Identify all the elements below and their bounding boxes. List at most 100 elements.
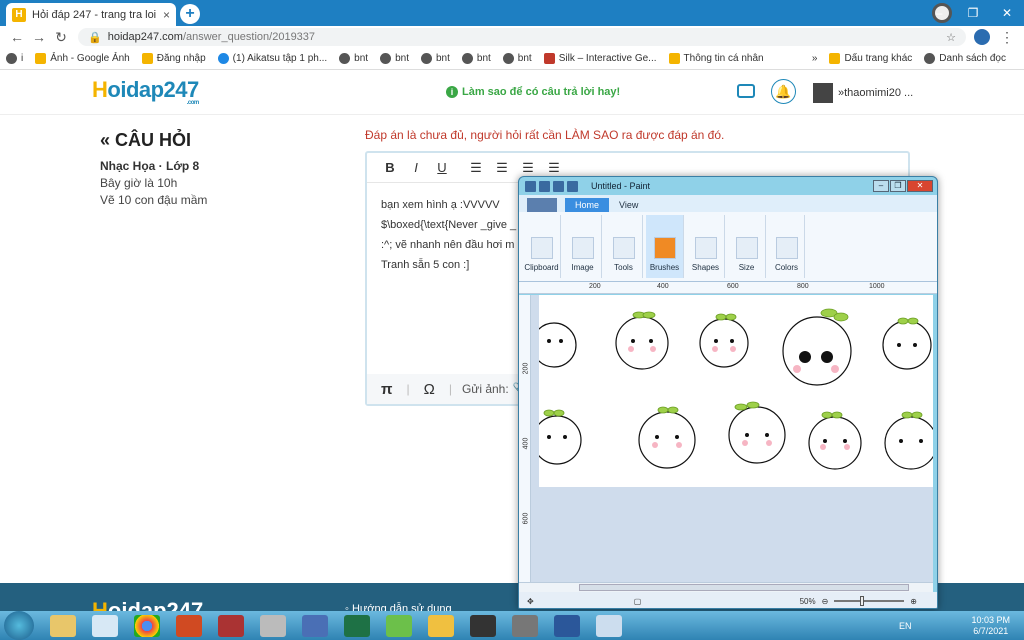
- calculator-icon[interactable]: [260, 614, 286, 637]
- tab-view[interactable]: View: [609, 198, 648, 212]
- hoidap-favicon-icon: H: [12, 7, 26, 22]
- word-icon[interactable]: [554, 614, 580, 637]
- align-justify-icon[interactable]: ☰: [541, 160, 567, 176]
- reading-list-button[interactable]: Danh sách đọc: [924, 53, 1006, 64]
- ribbon-clipboard[interactable]: Clipboard: [523, 215, 561, 278]
- folder-icon[interactable]: [428, 614, 454, 637]
- ribbon-tools[interactable]: Tools: [605, 215, 643, 278]
- bookmark-item[interactable]: bnt: [339, 53, 368, 64]
- app-icon[interactable]: [302, 614, 328, 637]
- bookmark-item[interactable]: Ảnh - Google Ảnh: [35, 53, 130, 64]
- zoom-control[interactable]: 50% ⊖ ⊕: [800, 596, 917, 606]
- zoom-in-icon[interactable]: ⊕: [910, 597, 917, 606]
- paint-title: Untitled - Paint: [591, 181, 651, 191]
- bookmark-item[interactable]: bnt: [380, 53, 409, 64]
- site-logo[interactable]: Hoidap247 .com: [92, 77, 199, 106]
- paint-close-button[interactable]: ✕: [907, 180, 933, 192]
- menu-kebab-icon[interactable]: ⋮: [996, 29, 1018, 46]
- horizontal-scrollbar[interactable]: [519, 582, 933, 592]
- ribbon-shapes[interactable]: Shapes: [687, 215, 725, 278]
- scrollbar-thumb[interactable]: [579, 584, 909, 591]
- powerpoint-icon[interactable]: [176, 614, 202, 637]
- globe-icon: [339, 53, 351, 64]
- tab-close-icon[interactable]: ×: [163, 8, 170, 22]
- app-icon[interactable]: [218, 614, 244, 637]
- paint-taskbar-icon[interactable]: [92, 614, 118, 637]
- ribbon-colors[interactable]: Colors: [769, 215, 805, 278]
- undo-icon[interactable]: [553, 180, 564, 192]
- ribbon-image[interactable]: Image: [564, 215, 602, 278]
- align-center-icon[interactable]: ☰: [489, 160, 515, 176]
- chat-icon[interactable]: [737, 84, 755, 98]
- bookmark-item[interactable]: i: [6, 53, 23, 64]
- chrome-icon[interactable]: [134, 614, 160, 637]
- explorer-icon[interactable]: [50, 614, 76, 637]
- bookmark-item[interactable]: Silk – Interactive Ge...: [543, 53, 657, 64]
- underline-button[interactable]: U: [429, 160, 455, 175]
- browser-toolbar: ← → ↻ 🔒 hoidap247.com/answer_question/20…: [0, 26, 1024, 48]
- excel-icon[interactable]: [344, 614, 370, 637]
- other-bookmarks-folder[interactable]: Dấu trang khác: [829, 53, 912, 64]
- ribbon-brushes[interactable]: Brushes: [646, 215, 684, 278]
- user-menu[interactable]: » thaomimi20 ...: [813, 83, 913, 103]
- maximize-button[interactable]: ❐: [956, 6, 990, 20]
- bookmark-item[interactable]: (1) Aikatsu tập 1 ph...: [217, 53, 327, 64]
- paint-canvas[interactable]: [531, 295, 937, 487]
- paint-maximize-button[interactable]: ❐: [890, 180, 906, 192]
- tab-home[interactable]: Home: [565, 198, 610, 212]
- address-bar[interactable]: 🔒 hoidap247.com/answer_question/2019337 …: [78, 28, 966, 46]
- new-tab-button[interactable]: +: [180, 4, 200, 24]
- bookmark-item[interactable]: bnt: [461, 53, 491, 64]
- clipboard-icon: [530, 237, 553, 259]
- app-icon[interactable]: [512, 614, 538, 637]
- zoom-slider[interactable]: [834, 596, 905, 606]
- clock[interactable]: 10:03 PM 6/7/2021: [971, 615, 1010, 637]
- align-left-icon[interactable]: ☰: [463, 160, 489, 176]
- language-indicator[interactable]: EN: [899, 621, 912, 631]
- bookmark-item[interactable]: Đăng nhập: [141, 53, 206, 64]
- bold-button[interactable]: B: [377, 160, 403, 175]
- browser-avatar[interactable]: [974, 29, 990, 45]
- microphone-icon[interactable]: [470, 614, 496, 637]
- forward-icon[interactable]: →: [28, 29, 50, 45]
- notification-bell-icon[interactable]: 🔔: [771, 79, 796, 104]
- globe-icon: [461, 53, 473, 64]
- system-tray: EN 10:03 PM 6/7/2021: [899, 615, 1024, 637]
- bookmarks-more-button[interactable]: »: [812, 53, 818, 64]
- app-icon[interactable]: [596, 614, 622, 637]
- folder-icon: [829, 53, 841, 64]
- omega-symbol-button[interactable]: Ω: [424, 381, 435, 398]
- redo-icon[interactable]: [567, 180, 578, 192]
- reading-list-icon: [924, 53, 936, 64]
- save-icon[interactable]: [539, 180, 550, 192]
- start-button[interactable]: [4, 611, 34, 640]
- size-icon: [735, 237, 758, 259]
- paint-minimize-button[interactable]: –: [873, 180, 889, 192]
- question-line: Bây giờ là 10h: [100, 176, 178, 190]
- avatar: [813, 83, 833, 103]
- bookmarks-bar: i Ảnh - Google Ảnh Đăng nhập (1) Aikatsu…: [0, 48, 1024, 70]
- back-icon[interactable]: ←: [6, 29, 28, 45]
- bookmark-item[interactable]: bnt: [420, 53, 450, 64]
- italic-button[interactable]: I: [403, 160, 429, 175]
- app-icon[interactable]: [386, 614, 412, 637]
- bookmark-item[interactable]: Thông tin cá nhân: [668, 53, 764, 64]
- math-pi-button[interactable]: π: [381, 381, 392, 398]
- paint-statusbar: ✥ ▢ 50% ⊖ ⊕: [519, 592, 937, 608]
- browser-tab[interactable]: H Hỏi đáp 247 - trang tra loi ×: [6, 3, 176, 26]
- bookmark-star-icon[interactable]: ☆: [946, 31, 956, 44]
- bookmarks-right: » Dấu trang khác Danh sách đọc: [812, 53, 1018, 64]
- help-link[interactable]: i Làm sao để có câu trả lời hay!: [446, 86, 620, 98]
- ribbon-size[interactable]: Size: [728, 215, 766, 278]
- horizontal-ruler: 200 400 600 800 1000: [519, 282, 937, 294]
- browser-tab-strip: H Hỏi đáp 247 - trang tra loi × + – ❐ ✕: [0, 0, 1024, 26]
- paint-titlebar: Untitled - Paint – ❐ ✕: [519, 177, 937, 195]
- align-right-icon[interactable]: ☰: [515, 160, 541, 176]
- question-panel: « CÂU HỎI Nhạc Họa · Lớp 8 Bây giờ là 10…: [100, 130, 207, 207]
- zoom-out-icon[interactable]: ⊖: [822, 597, 829, 606]
- minimize-button[interactable]: –: [922, 6, 956, 20]
- bookmark-item[interactable]: bnt: [502, 53, 532, 64]
- close-window-button[interactable]: ✕: [990, 6, 1024, 20]
- reload-icon[interactable]: ↻: [50, 29, 72, 46]
- paint-file-menu[interactable]: [527, 198, 557, 212]
